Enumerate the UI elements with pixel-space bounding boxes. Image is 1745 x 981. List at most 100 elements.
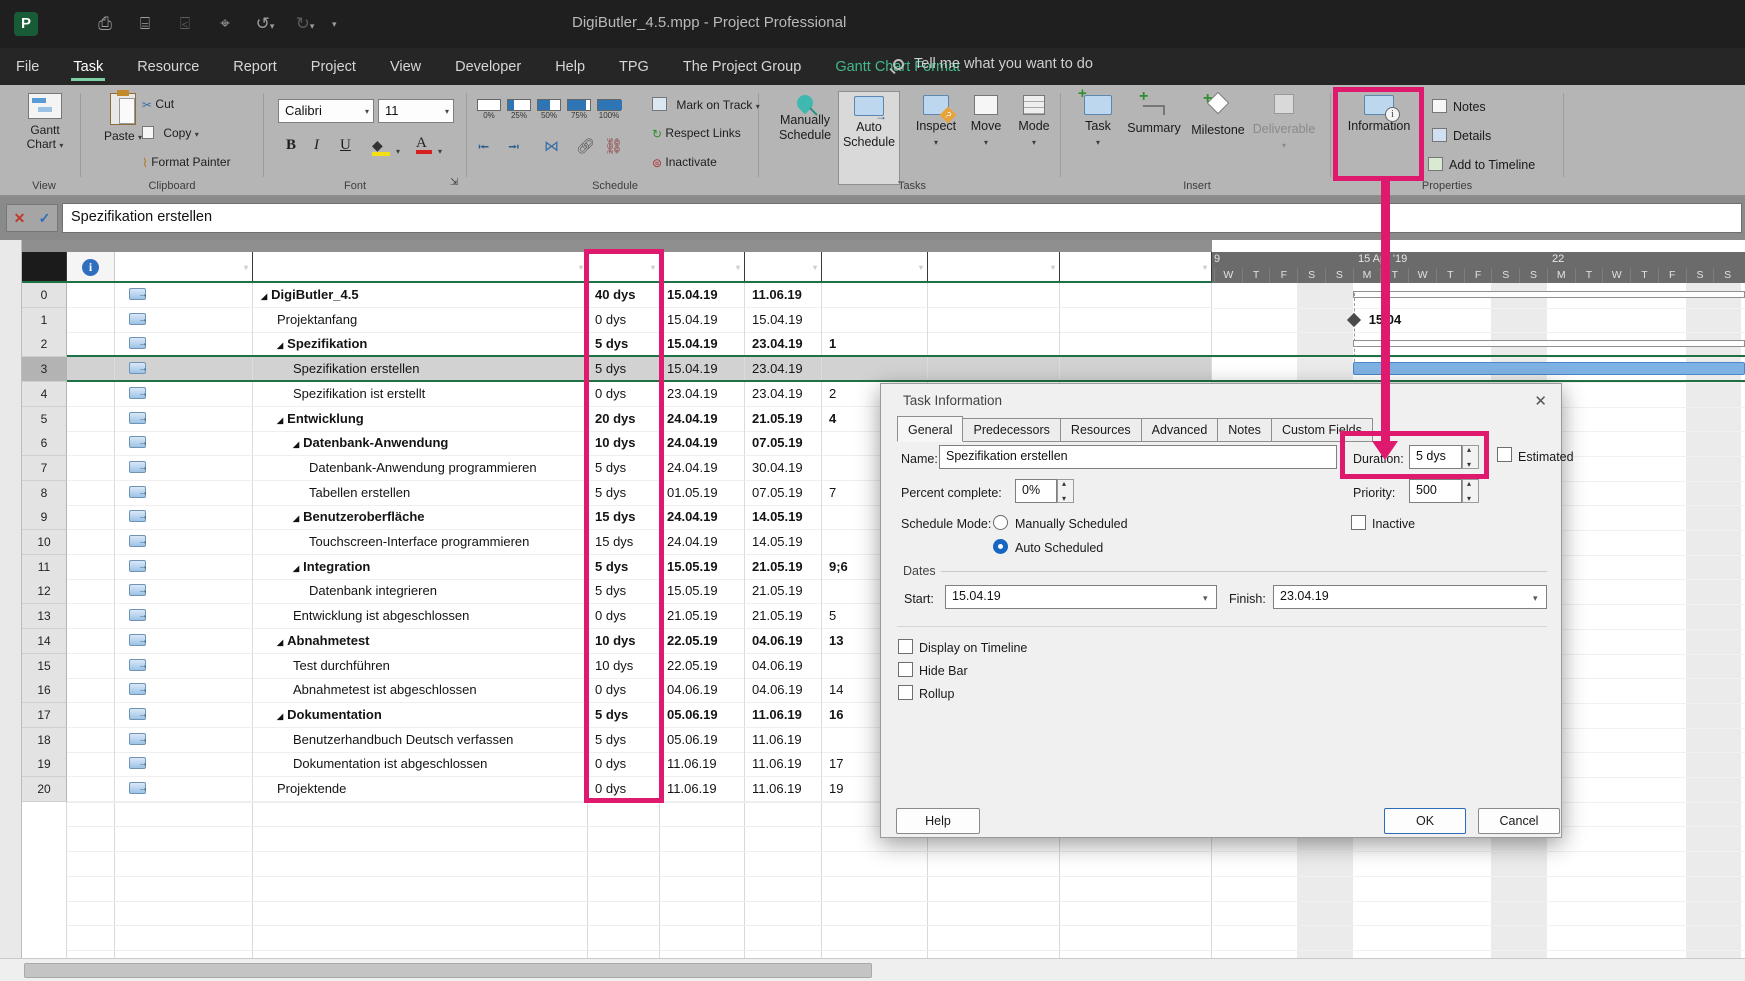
display-on-timeline-checkbox[interactable] (898, 639, 913, 654)
cell-predecessors[interactable] (822, 283, 928, 308)
column-header-finish[interactable]: Finish▾ (745, 252, 822, 283)
table-row[interactable]: 1Projektanfang0 dys15.04.1915.04.19 (22, 308, 1212, 333)
cell-add-new-column[interactable] (1060, 283, 1212, 308)
cell-duration[interactable]: 15 dys (588, 505, 660, 530)
cell-task-mode[interactable] (115, 505, 253, 530)
chevron-down-icon[interactable]: ▾ (651, 252, 655, 283)
cell-task-mode[interactable] (115, 678, 253, 703)
cell-task-name[interactable]: ◢Benutzeroberfläche (253, 505, 588, 530)
menu-tab-the-project-group[interactable]: The Project Group (681, 51, 803, 83)
column-header-task-mode[interactable]: Task Mode▾ (115, 252, 253, 283)
underline-button[interactable]: U (340, 137, 351, 154)
cell-finish[interactable]: 11.06.19 (745, 777, 822, 802)
cell-duration[interactable]: 0 dys (588, 308, 660, 333)
undo-icon[interactable]: ↺▾ (252, 14, 278, 34)
column-header-start[interactable]: Start▾ (660, 252, 745, 283)
row-number[interactable]: 18 (22, 728, 67, 753)
collapse-triangle-icon[interactable]: ◢ (277, 712, 283, 721)
cell-finish[interactable]: 11.06.19 (745, 283, 822, 308)
column-header-vorgangsname[interactable]: Vorgangsname▾ (253, 252, 588, 283)
cell-start[interactable]: 04.06.19 (660, 678, 745, 703)
cell-start[interactable]: 05.06.19 (660, 703, 745, 728)
cell-task-name[interactable]: ◢Dokumentation (253, 703, 588, 728)
dialog-tab-resources[interactable]: Resources (1061, 418, 1142, 442)
cell-duration[interactable]: 0 dys (588, 604, 660, 629)
cell-task-name[interactable]: ◢Spezifikation (253, 332, 588, 357)
cell-duration[interactable]: 5 dys (588, 481, 660, 506)
cell-task-name[interactable]: Abnahmetest ist abgeschlossen (253, 678, 588, 703)
cell-finish[interactable]: 14.05.19 (745, 530, 822, 555)
menu-tab-file[interactable]: File (14, 51, 41, 83)
link-tasks-icon[interactable]: 🔗︎ (576, 137, 595, 155)
auto-scheduled-radio[interactable] (993, 539, 1008, 554)
confirm-entry-icon[interactable]: ✓ (39, 210, 51, 227)
chevron-down-icon[interactable]: ▾ (1203, 252, 1207, 283)
cell-start[interactable]: 15.04.19 (660, 332, 745, 357)
row-number[interactable]: 4 (22, 382, 67, 407)
cell-start[interactable]: 24.04.19 (660, 505, 745, 530)
row-number[interactable]: 19 (22, 752, 67, 777)
cell-task-mode[interactable] (115, 308, 253, 333)
select-all-corner[interactable] (22, 252, 67, 283)
publish-icon[interactable]: ⍃ (172, 14, 198, 34)
cell-predecessors[interactable]: 1 (822, 332, 928, 357)
cell-start[interactable]: 24.04.19 (660, 431, 745, 456)
row-number[interactable]: 1 (22, 308, 67, 333)
italic-button[interactable]: I (314, 137, 319, 154)
insert-milestone-button[interactable]: + Milestone (1188, 91, 1248, 138)
row-number[interactable]: 20 (22, 777, 67, 802)
save-icon[interactable]: ⎙ (92, 14, 118, 34)
cell-task-name[interactable]: Projektende (253, 777, 588, 802)
chevron-down-icon[interactable]: ▾ (919, 252, 923, 283)
cell-task-name[interactable]: ◢Entwicklung (253, 407, 588, 432)
info-column-header[interactable]: i (67, 252, 115, 283)
cell-start[interactable]: 15.05.19 (660, 579, 745, 604)
cancel-entry-icon[interactable]: ✕ (14, 210, 26, 227)
chevron-down-icon[interactable]: ▾ (1051, 252, 1055, 283)
cell-duration[interactable]: 0 dys (588, 678, 660, 703)
cell-start[interactable]: 11.06.19 (660, 752, 745, 777)
row-number[interactable]: 11 (22, 555, 67, 580)
inspect-button[interactable]: ? Inspect▾ (912, 91, 960, 150)
name-field[interactable]: Spezifikation erstellen (939, 445, 1337, 469)
cell-finish[interactable]: 21.05.19 (745, 555, 822, 580)
cell-duration[interactable]: 15 dys (588, 530, 660, 555)
row-number[interactable]: 12 (22, 579, 67, 604)
customize-qat-icon[interactable]: ▾ (332, 19, 337, 30)
redo-icon[interactable]: ↻▾ (292, 14, 318, 34)
cell-task-name[interactable]: ◢Abnahmetest (253, 629, 588, 654)
collapse-triangle-icon[interactable]: ◢ (277, 638, 283, 647)
manually-scheduled-radio[interactable] (993, 515, 1008, 530)
priority-field[interactable]: 500 (1409, 479, 1462, 503)
collapse-triangle-icon[interactable]: ◢ (293, 564, 299, 573)
dialog-close-icon[interactable]: ✕ (1534, 392, 1547, 410)
cell-duration[interactable]: 20 dys (588, 407, 660, 432)
collapse-triangle-icon[interactable]: ◢ (293, 514, 299, 523)
cell-task-mode[interactable] (115, 629, 253, 654)
cell-task-name[interactable]: Projektanfang (253, 308, 588, 333)
cell-task-mode[interactable] (115, 431, 253, 456)
cell-duration[interactable]: 0 dys (588, 777, 660, 802)
duration-spinner[interactable] (1462, 445, 1479, 469)
cell-task-mode[interactable] (115, 728, 253, 753)
cell-finish[interactable]: 04.06.19 (745, 629, 822, 654)
entry-field[interactable]: Spezifikation erstellen (62, 203, 1742, 233)
row-number[interactable]: 17 (22, 703, 67, 728)
row-number[interactable]: 15 (22, 654, 67, 679)
cell-task-name[interactable]: Benutzerhandbuch Deutsch verfassen (253, 728, 588, 753)
font-color-button[interactable]: A (416, 135, 432, 154)
cell-task-mode[interactable] (115, 752, 253, 777)
cell-duration[interactable]: 5 dys (588, 456, 660, 481)
copy-button[interactable]: Copy ▾ (142, 126, 199, 140)
cell-start[interactable]: 15.04.19 (660, 283, 745, 308)
cell-finish[interactable]: 11.06.19 (745, 728, 822, 753)
cell-finish[interactable]: 11.06.19 (745, 703, 822, 728)
mark-on-track-button[interactable]: Mark on Track ▾ (652, 97, 760, 112)
cell-duration[interactable]: 5 dys (588, 728, 660, 753)
rollup-checkbox[interactable] (898, 685, 913, 700)
cell-finish[interactable]: 23.04.19 (745, 382, 822, 407)
menu-tab-resource[interactable]: Resource (135, 51, 201, 83)
cell-task-mode[interactable] (115, 555, 253, 580)
row-number[interactable]: 16 (22, 678, 67, 703)
finish-combobox[interactable]: 23.04.19 (1273, 585, 1547, 609)
